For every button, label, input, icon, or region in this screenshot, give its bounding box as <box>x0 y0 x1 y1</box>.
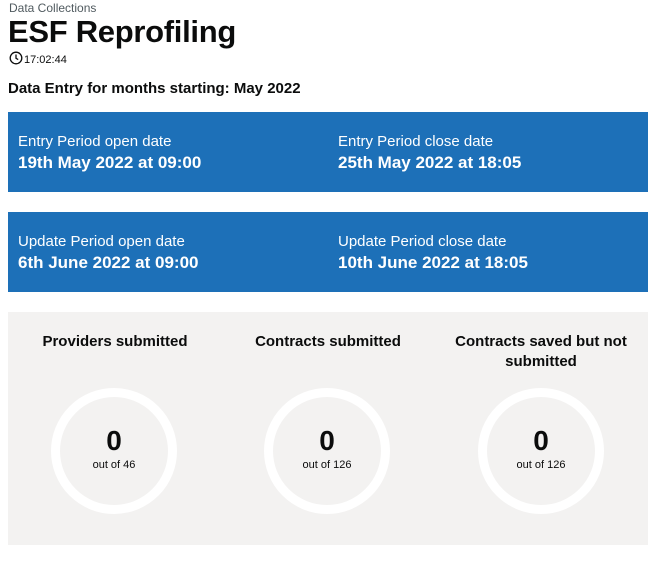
stat-contracts-saved: Contracts saved but not submitted <box>441 332 641 372</box>
data-entry-heading: Data Entry for months starting: May 2022 <box>8 80 301 97</box>
page-caption: Data Collections <box>9 1 97 15</box>
stat-ring-contracts: 0 out of 126 <box>264 388 390 514</box>
update-open: Update Period open date 6th June 2022 at… <box>18 232 198 274</box>
entry-open: Entry Period open date 19th May 2022 at … <box>18 132 201 174</box>
entry-close-label: Entry Period close date <box>338 133 494 150</box>
last-updated-time: 17:02:44 <box>24 53 67 66</box>
stat-total: out of 46 <box>92 459 136 471</box>
stat-value: 0 <box>106 425 122 456</box>
stat-value: 0 <box>533 425 549 456</box>
stat-total: out of 126 <box>516 459 566 471</box>
stat-ring-providers: 0 out of 46 <box>51 388 177 514</box>
last-updated: 17:02:44 <box>9 51 67 68</box>
stat-ring-saved: 0 out of 126 <box>478 388 604 514</box>
stat-title: Contracts saved but not submitted <box>455 333 627 370</box>
entry-close: Entry Period close date 25th May 2022 at… <box>338 132 521 174</box>
page-title: ESF Reprofiling <box>8 14 237 49</box>
entry-close-value: 25th May 2022 at 18:05 <box>338 153 522 172</box>
update-close-label: Update Period close date <box>338 233 507 250</box>
submission-stats-panel: Providers submitted 0 out of 46 Contract… <box>8 312 648 545</box>
entry-open-value: 19th May 2022 at 09:00 <box>18 153 202 172</box>
update-close-value: 10th June 2022 at 18:05 <box>338 253 528 272</box>
update-open-value: 6th June 2022 at 09:00 <box>18 253 199 272</box>
stat-value: 0 <box>319 425 335 456</box>
entry-open-label: Entry Period open date <box>18 133 172 150</box>
update-close: Update Period close date 10th June 2022 … <box>338 232 528 274</box>
update-open-label: Update Period open date <box>18 233 185 250</box>
clock-icon <box>9 51 24 68</box>
stat-total: out of 126 <box>302 459 352 471</box>
stat-title: Contracts submitted <box>255 333 401 350</box>
stat-contracts-submitted: Contracts submitted <box>228 332 428 352</box>
stat-title: Providers submitted <box>42 333 188 350</box>
entry-period-panel: Entry Period open date 19th May 2022 at … <box>8 112 648 192</box>
stat-providers-submitted: Providers submitted <box>15 332 215 352</box>
update-period-panel: Update Period open date 6th June 2022 at… <box>8 212 648 292</box>
